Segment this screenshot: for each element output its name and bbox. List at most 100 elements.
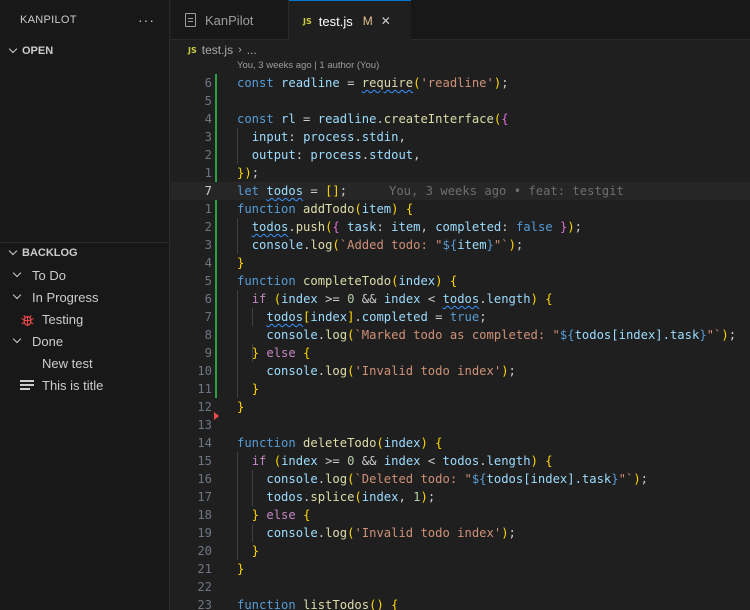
line-number: 1	[204, 166, 212, 180]
code-editor[interactable]: 6 const readline = require('readline'); 5 4…	[171, 74, 750, 610]
code-line[interactable]: 14 function deleteTodo(index) {	[171, 434, 750, 452]
code-line[interactable]: 2 todos.push({ task: item, completed: fa…	[171, 218, 750, 236]
indent-guide	[237, 218, 238, 254]
line-number: 4	[204, 112, 212, 126]
line-number: 5	[204, 94, 212, 108]
tree-item-to-do[interactable]: To Do	[0, 264, 169, 286]
code-text: const readline = require('readline');	[237, 76, 509, 90]
code-line[interactable]: 19 console.log('Invalid todo index');	[171, 524, 750, 542]
document-icon	[185, 13, 196, 27]
line-number: 6	[204, 292, 212, 306]
code-text: }	[237, 256, 245, 270]
code-line[interactable]: 21}	[171, 560, 750, 578]
code-line[interactable]: 6 if (index >= 0 && index < todos.length…	[171, 290, 750, 308]
code-text: input: process.stdin,	[251, 130, 406, 144]
git-change-marker[interactable]	[215, 308, 217, 326]
git-change-marker[interactable]	[215, 362, 217, 380]
code-line[interactable]: 16 console.log(`Deleted todo: "${todos[i…	[171, 470, 750, 488]
section-backlog[interactable]: BACKLOG	[0, 242, 169, 262]
tree-item-this-is-title[interactable]: This is title	[0, 374, 169, 396]
code-line[interactable]: 13	[171, 416, 750, 434]
code-line[interactable]: 7 todos[index].completed = true;	[171, 308, 750, 326]
line-number: 4	[204, 256, 212, 270]
git-change-marker[interactable]	[215, 344, 217, 362]
chevron-down-icon	[10, 289, 26, 305]
js-file-icon: JS	[188, 45, 197, 55]
codelens-author[interactable]: You, 3 weeks ago | 1 author (You)	[237, 60, 379, 71]
code-line[interactable]: 3 console.log(`Added todo: "${item}"`);	[171, 236, 750, 254]
git-change-marker[interactable]	[215, 326, 217, 344]
code-line[interactable]: 11 }	[171, 380, 750, 398]
tab-label: test.js	[318, 13, 353, 29]
code-line[interactable]: 4}	[171, 254, 750, 272]
code-line[interactable]: 3 input: process.stdin,	[171, 128, 750, 146]
code-line[interactable]: 2 output: process.stdout,	[171, 146, 750, 164]
git-change-marker[interactable]	[215, 272, 217, 290]
code-line[interactable]: 15 if (index >= 0 && index < todos.lengt…	[171, 452, 750, 470]
git-change-marker[interactable]	[215, 236, 217, 254]
sidebar: KANPILOT ··· OPEN BACKLOG To Do In Progr…	[0, 0, 170, 610]
section-open[interactable]: OPEN	[0, 40, 169, 62]
git-change-marker[interactable]	[215, 110, 217, 128]
git-change-marker[interactable]	[215, 254, 217, 272]
indent-guide	[237, 290, 238, 398]
git-change-marker[interactable]	[215, 218, 217, 236]
code-line[interactable]: 7 let todos = []; You, 3 weeks ago • feat:…	[171, 182, 750, 200]
code-line[interactable]: 9 } else {	[171, 344, 750, 362]
code-line[interactable]: 8 console.log(`Marked todo as completed:…	[171, 326, 750, 344]
tree-item-label: This is title	[42, 377, 104, 393]
code-line[interactable]: 18 } else {	[171, 506, 750, 524]
code-text: console.log('Invalid todo index');	[266, 526, 516, 540]
breadcrumb-file[interactable]: test.js	[202, 43, 233, 57]
more-actions-icon[interactable]: ···	[138, 12, 155, 28]
git-change-marker[interactable]	[215, 380, 217, 398]
tree-item-done[interactable]: Done	[0, 330, 169, 352]
tab-test-js[interactable]: JS test.js M ✕	[289, 0, 411, 41]
git-change-marker[interactable]	[215, 164, 217, 182]
line-number: 5	[204, 274, 212, 288]
tree-item-new-test[interactable]: New test	[0, 352, 169, 374]
code-text: const rl = readline.createInterface({	[237, 112, 509, 126]
line-number: 7	[204, 184, 212, 198]
git-change-marker[interactable]	[215, 200, 217, 218]
close-icon[interactable]: ✕	[381, 14, 391, 28]
git-change-marker[interactable]	[215, 290, 217, 308]
line-number: 2	[204, 220, 212, 234]
code-line[interactable]: 12}	[171, 398, 750, 420]
code-line[interactable]: 5	[171, 92, 750, 110]
line-number: 15	[197, 454, 212, 468]
tree-item-label: Testing	[42, 311, 84, 327]
line-number: 2	[204, 148, 212, 162]
code-text: output: process.stdout,	[251, 148, 421, 162]
chevron-right-icon: ›	[238, 44, 242, 56]
code-line[interactable]: 6 const readline = require('readline');	[171, 74, 750, 92]
tree-item-testing[interactable]: Testing	[0, 308, 169, 330]
code-line[interactable]: 10 console.log('Invalid todo index');	[171, 362, 750, 380]
code-text: });	[237, 166, 260, 180]
code-line[interactable]: 23 function listTodos() {	[171, 596, 750, 610]
code-line[interactable]: 4 const rl = readline.createInterface({	[171, 110, 750, 128]
code-line[interactable]: 22	[171, 578, 750, 596]
git-change-marker[interactable]	[215, 128, 217, 146]
sidebar-header: KANPILOT ···	[0, 0, 169, 40]
line-number: 8	[204, 328, 212, 342]
code-text: } else {	[251, 508, 311, 522]
breadcrumb-more[interactable]: ...	[247, 43, 257, 57]
backlog-tree: To Do In Progress Testing Done New test	[0, 264, 169, 396]
tab-kanpilot[interactable]: KanPilot	[171, 0, 289, 40]
list-lines-icon	[18, 380, 36, 390]
indent-guide	[252, 524, 253, 542]
code-line[interactable]: 1});	[171, 164, 750, 182]
code-line[interactable]: 1 function addTodo(item) {	[171, 200, 750, 218]
line-number: 9	[204, 346, 212, 360]
tree-item-in-progress[interactable]: In Progress	[0, 286, 169, 308]
inline-blame: You, 3 weeks ago • feat: testgit	[389, 184, 624, 198]
code-line[interactable]: 17 todos.splice(index, 1);	[171, 488, 750, 506]
git-change-marker[interactable]	[215, 92, 217, 110]
git-change-marker[interactable]	[215, 146, 217, 164]
line-number: 11	[197, 382, 212, 396]
code-line[interactable]: 20 }	[171, 542, 750, 560]
section-backlog-label: BACKLOG	[22, 246, 78, 259]
git-change-marker[interactable]	[215, 74, 217, 92]
code-line[interactable]: 5 function completeTodo(index) {	[171, 272, 750, 290]
